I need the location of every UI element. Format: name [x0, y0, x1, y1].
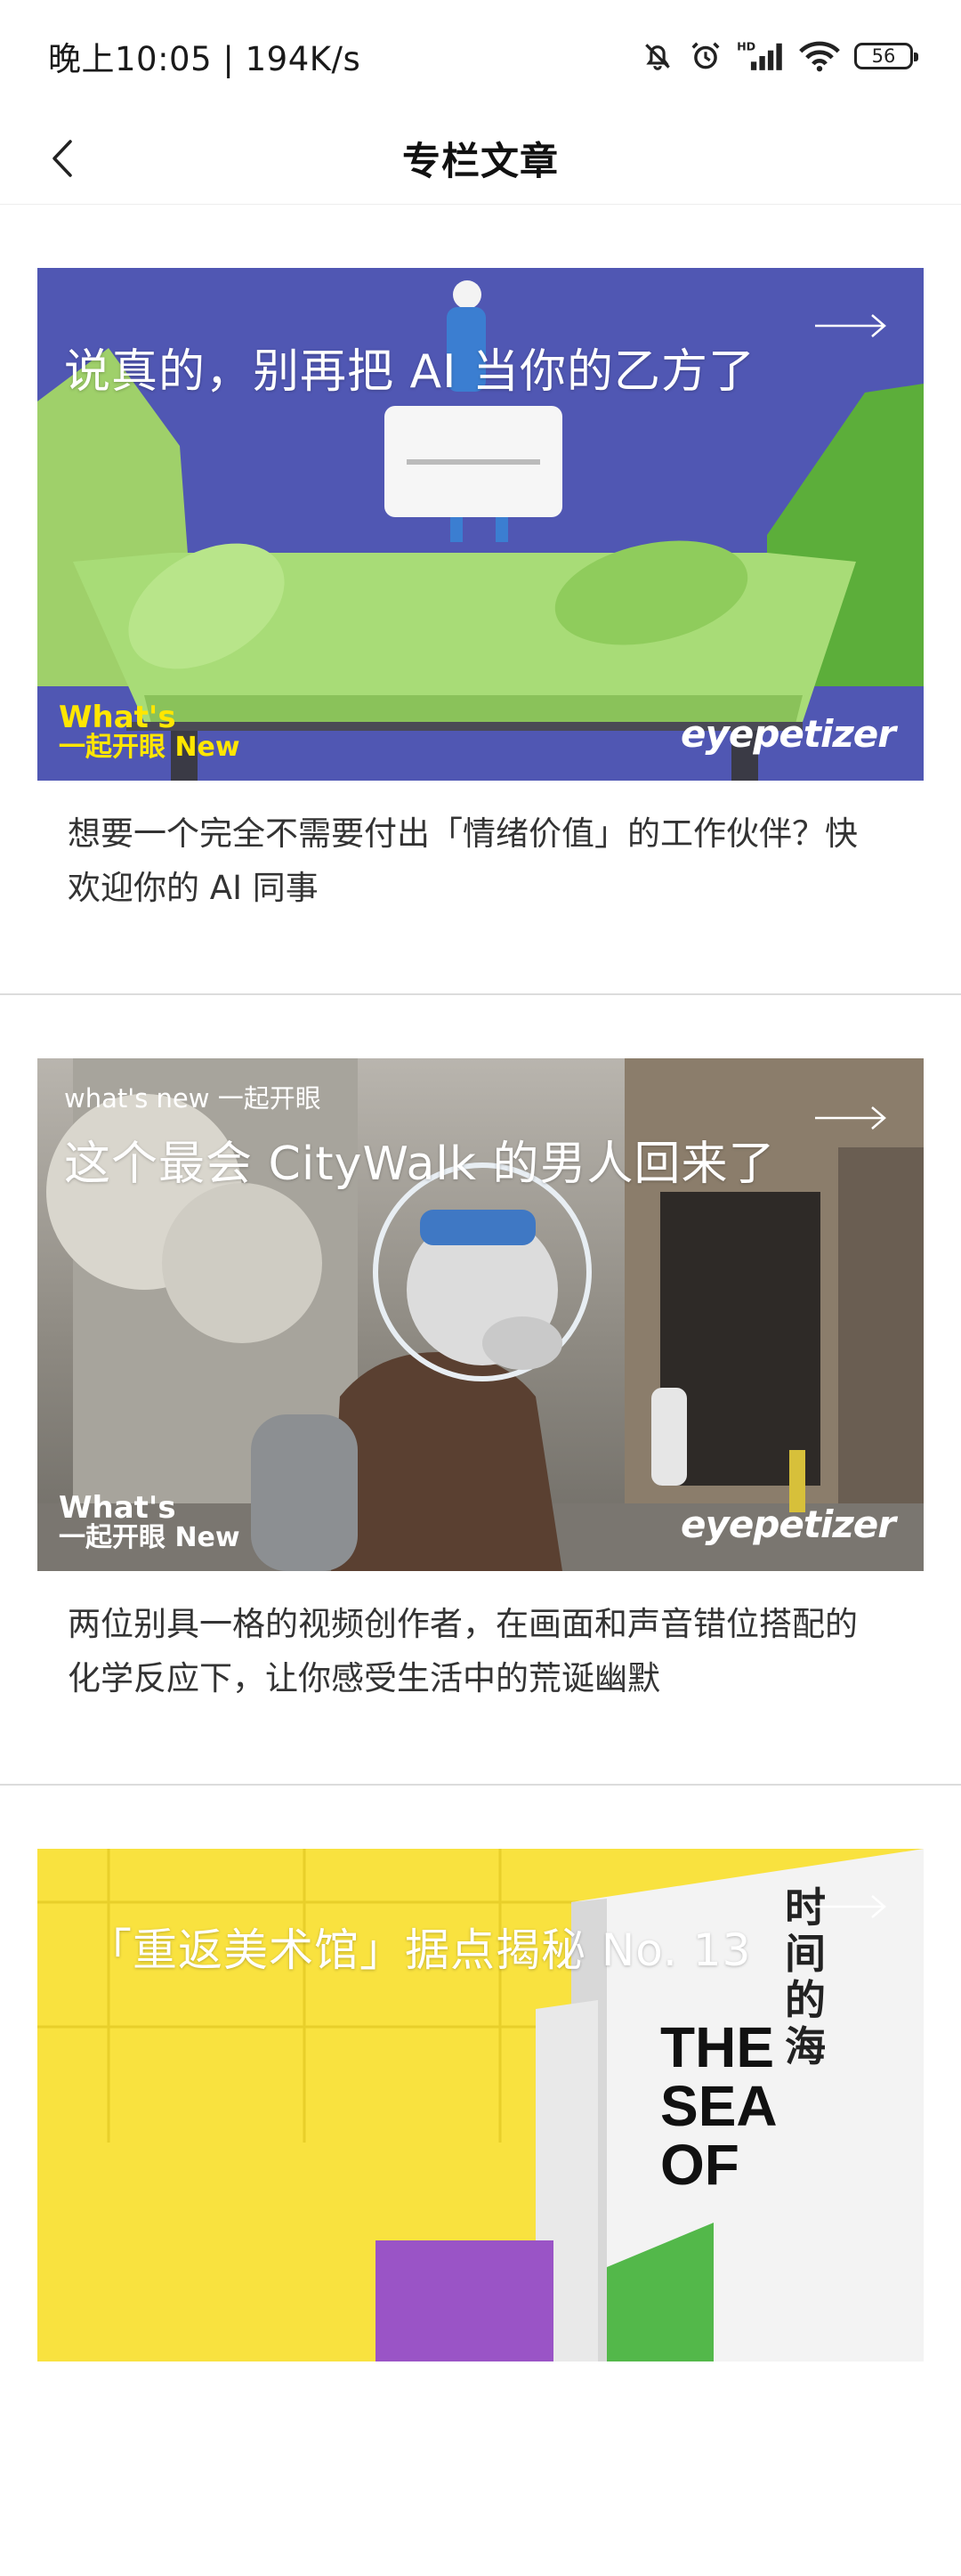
cover-kicker: what's new 一起开眼 — [64, 1083, 321, 1114]
article-card[interactable]: what's new 一起开眼 这个最会 CityWalk 的男人回来了 Wha… — [0, 995, 961, 1786]
arrow-right-icon — [815, 314, 886, 337]
svg-text:HD: HD — [737, 40, 755, 53]
mute-bell-icon — [641, 39, 674, 73]
article-cover-image[interactable]: 说真的，别再把 AI 当你的乙方了 What's 一起开眼 New eyepet… — [37, 268, 924, 781]
battery-level: 56 — [871, 45, 896, 67]
page-title: 专栏文章 — [402, 139, 559, 184]
article-card[interactable]: 「重返美术馆」据点揭秘 No. 13 时间的海 THE SEA OF — [0, 1786, 961, 2576]
article-cover-image[interactable]: 「重返美术馆」据点揭秘 No. 13 时间的海 THE SEA OF — [37, 1849, 924, 2361]
cover-title: 「重返美术馆」据点揭秘 No. 13 — [87, 1924, 752, 1976]
wifi-icon — [799, 39, 840, 73]
article-description[interactable]: 想要一个完全不需要付出「情绪价值」的工作伙伴？快欢迎你的 AI 同事 — [68, 806, 868, 915]
article-cover-image[interactable]: what's new 一起开眼 这个最会 CityWalk 的男人回来了 Wha… — [37, 1058, 924, 1571]
chevron-left-icon — [52, 140, 72, 177]
arrow-right-icon — [815, 1895, 886, 1918]
article-card[interactable]: 说真的，别再把 AI 当你的乙方了 What's 一起开眼 New eyepet… — [0, 205, 961, 995]
battery-icon: 56 — [854, 43, 918, 69]
badge-line2: 一起开眼 New — [59, 1522, 240, 1553]
whats-new-badge: What's 一起开眼 New — [59, 702, 240, 763]
article-feed[interactable]: 说真的，别再把 AI 当你的乙方了 What's 一起开眼 New eyepet… — [0, 205, 961, 2576]
back-button[interactable] — [36, 132, 89, 185]
brand-logo: eyepetizer — [680, 712, 896, 756]
arrow-right-icon — [815, 1106, 886, 1130]
status-time: 晚上10:05 | 194K/s — [48, 40, 361, 78]
hd-signal-icon: HD — [737, 39, 785, 73]
poster-title: THE SEA OF — [660, 2015, 776, 2197]
cover-title: 这个最会 CityWalk 的男人回来了 — [64, 1138, 776, 1191]
nav-bar: 专栏文章 — [0, 112, 961, 205]
badge-line1: What's — [59, 700, 176, 735]
badge-line2: 一起开眼 New — [59, 732, 240, 763]
status-bar: 晚上10:05 | 194K/s HD 56 — [0, 0, 961, 112]
badge-line1: What's — [59, 1490, 176, 1526]
alarm-icon — [689, 39, 723, 73]
article-description[interactable]: 两位别具一格的视频创作者，在画面和声音错位搭配的化学反应下，让你感受生活中的荒诞… — [68, 1597, 868, 1705]
cover-title: 说真的，别再把 AI 当你的乙方了 — [64, 345, 755, 399]
status-icons: HD 56 — [641, 39, 918, 73]
brand-logo: eyepetizer — [680, 1503, 896, 1546]
whats-new-badge: What's 一起开眼 New — [59, 1493, 240, 1553]
